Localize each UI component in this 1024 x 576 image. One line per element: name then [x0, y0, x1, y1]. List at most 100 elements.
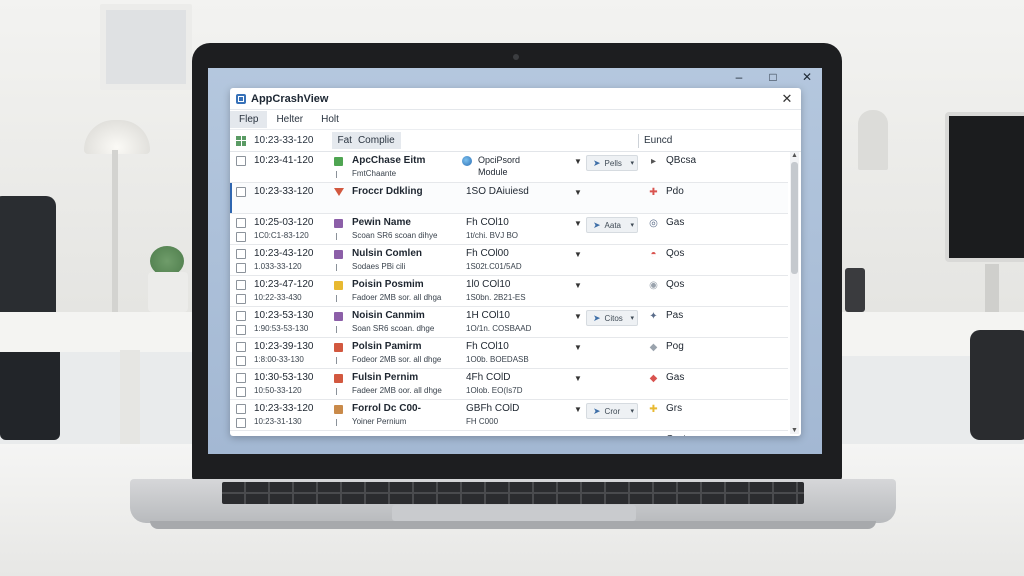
- warning-triangle-icon: [334, 188, 344, 196]
- row-detail: Fodeor 2MB sor. all dhge: [352, 355, 442, 364]
- desk-lamp-right: [858, 110, 888, 170]
- row-code: 1SO DAiuiesd: [466, 186, 529, 197]
- severity-square-icon: [334, 374, 343, 383]
- menu-item-1[interactable]: Helter: [267, 111, 312, 128]
- table-row[interactable]: 10:23-33-120 10:23-31-130 Forrol Dc C00- Yo…: [230, 400, 788, 431]
- row-app-name: Forrol Dc C00-: [352, 403, 421, 414]
- grid-icon[interactable]: [236, 135, 246, 146]
- row-action-button[interactable]: ➤ Aata ▾: [586, 217, 638, 233]
- row-status: Pog: [666, 341, 684, 352]
- row-code: Fh COl10: [466, 217, 509, 228]
- row-checkbox[interactable]: [236, 187, 246, 197]
- row-checkbox-secondary[interactable]: [236, 418, 246, 428]
- row-status: Pas: [666, 310, 684, 321]
- row-time-secondary: 1C0:C1-83-120: [254, 231, 309, 240]
- row-checkbox[interactable]: [236, 342, 246, 352]
- column-header-status[interactable]: Euncd: [644, 135, 672, 146]
- severity-square-icon: [334, 343, 343, 352]
- app-window: AppCrashView ✕ Flep Helter Holt 10:23-33-1…: [230, 88, 801, 436]
- minimize-icon[interactable]: –: [732, 70, 746, 84]
- row-checkbox[interactable]: [236, 218, 246, 228]
- row-action-button[interactable]: ➤ Citos ▾: [586, 310, 638, 326]
- severity-square-icon: [334, 312, 343, 321]
- row-code: Fh COl10: [466, 341, 509, 352]
- row-code: 4Fh COlD: [466, 372, 511, 383]
- menu-item-2[interactable]: Holt: [312, 111, 348, 128]
- table-row[interactable]: 10:23-33-120 Froccr Ddkling 1SO DAiuiesd ▼ ✚…: [230, 183, 788, 214]
- laptop-base-lip: [150, 521, 876, 529]
- crash-list: 10:23-41-120 ApcChase Eitm FmtChaante OpciP…: [230, 152, 788, 436]
- row-time: 10:23-43-120: [254, 248, 314, 259]
- row-checkbox-secondary[interactable]: [236, 356, 246, 366]
- menu-item-0[interactable]: Flep: [230, 111, 268, 128]
- table-row[interactable]: 10:23-41-120 ApcChase Eitm FmtChaante OpciP…: [230, 152, 788, 183]
- dropdown-icon: ▾: [630, 315, 634, 322]
- globe-icon: [462, 156, 472, 166]
- expand-caret-icon[interactable]: ▼: [574, 219, 582, 228]
- row-code-secondary: FH C000: [466, 417, 499, 426]
- lamp-pole: [112, 150, 118, 320]
- row-detail: Fadeer 2MB oor. all dhge: [352, 386, 442, 395]
- scroll-thumb[interactable]: [791, 162, 798, 274]
- scroll-down-icon[interactable]: ▼: [791, 427, 798, 434]
- row-checkbox-secondary[interactable]: [236, 294, 246, 304]
- table-row[interactable]: 10:23-53-130 1:90:53-53-130 Noisin Canmim S…: [230, 307, 788, 338]
- row-code-secondary: 1Olob. EO(Is7D: [466, 386, 523, 395]
- table-row[interactable]: 10:23-41-130Sacont SR6 scoan. dihyee1OPU…: [230, 431, 788, 436]
- expand-caret-icon[interactable]: ▼: [574, 157, 582, 166]
- status-icon: ◉: [649, 280, 658, 291]
- severity-square-icon: [334, 219, 343, 228]
- table-row[interactable]: 10:23-43-120 1.033-33-120 Nulsin Comlen Sod…: [230, 245, 788, 276]
- row-detail: Fadoer 2MB sor. all dhga: [352, 293, 442, 302]
- expand-caret-icon[interactable]: ▼: [574, 188, 582, 197]
- table-row[interactable]: 10:25-03-120 1C0:C1-83-120 Pewin Name Scoan…: [230, 214, 788, 245]
- expand-caret-icon[interactable]: ▼: [574, 405, 582, 414]
- row-checkbox[interactable]: [236, 156, 246, 166]
- row-app-name: Nulsin Comlen: [352, 248, 423, 259]
- filter-box[interactable]: Fat Complie: [331, 132, 401, 149]
- tree-line-icon: [336, 264, 339, 271]
- expand-caret-icon[interactable]: ▼: [574, 374, 582, 383]
- row-action-label: Aata: [604, 220, 622, 230]
- trackpad[interactable]: [392, 505, 636, 521]
- scroll-up-icon[interactable]: ▲: [791, 152, 798, 159]
- row-detail: Soan SR6 scoan. dhge: [352, 324, 435, 333]
- row-checkbox[interactable]: [236, 280, 246, 290]
- row-online-label-2: Module: [478, 167, 508, 177]
- table-row[interactable]: 10:30-53-130 10:50-33-120 Fulsin Pernim Fad…: [230, 369, 788, 400]
- vertical-scrollbar[interactable]: ▲ ▼: [790, 152, 799, 434]
- monitor-stand: [985, 264, 999, 312]
- row-checkbox-secondary[interactable]: [236, 325, 246, 335]
- expand-caret-icon[interactable]: ▼: [574, 312, 582, 321]
- close-icon[interactable]: ✕: [800, 70, 814, 84]
- row-code-secondary: 1O0b. BOEDASB: [466, 355, 529, 364]
- row-action-button[interactable]: ➤ Pells ▾: [586, 155, 638, 171]
- expand-caret-icon[interactable]: ▼: [574, 343, 582, 352]
- row-time: 10:30-53-130: [254, 372, 314, 383]
- expand-caret-icon[interactable]: ▼: [574, 250, 582, 259]
- status-icon: ✦: [649, 311, 658, 322]
- expand-caret-icon[interactable]: ▼: [574, 281, 582, 290]
- desktop-window-controls: – □ ✕: [732, 70, 814, 84]
- menu-bar: Flep Helter Holt: [230, 110, 801, 130]
- maximize-icon[interactable]: □: [766, 70, 780, 84]
- status-icon: ✚: [649, 404, 658, 415]
- row-checkbox[interactable]: [236, 373, 246, 383]
- table-row[interactable]: 10:23-39-130 1:8:00-33-130 Polsin Pamirm Fo…: [230, 338, 788, 369]
- row-checkbox-secondary[interactable]: [236, 387, 246, 397]
- window-close-icon[interactable]: ✕: [779, 91, 795, 107]
- row-app-name: Pewin Name: [352, 217, 411, 228]
- row-action-button[interactable]: ➤ Cror ▾: [586, 403, 638, 419]
- severity-square-icon: [334, 405, 343, 414]
- row-checkbox-secondary[interactable]: [236, 232, 246, 242]
- row-checkbox-secondary[interactable]: [236, 263, 246, 273]
- dropdown-icon: ▾: [630, 408, 634, 415]
- row-action-label: Citos: [604, 313, 623, 323]
- row-time: 10:23-53-130: [254, 310, 314, 321]
- table-row[interactable]: 10:23-47-120 10:22-33-430 Poisin Posmim Fad…: [230, 276, 788, 307]
- row-checkbox[interactable]: [236, 311, 246, 321]
- row-detail: FmtChaante: [352, 169, 397, 178]
- row-checkbox[interactable]: [236, 404, 246, 414]
- row-checkbox[interactable]: [236, 249, 246, 259]
- row-time-secondary: 1:8:00-33-130: [254, 355, 304, 364]
